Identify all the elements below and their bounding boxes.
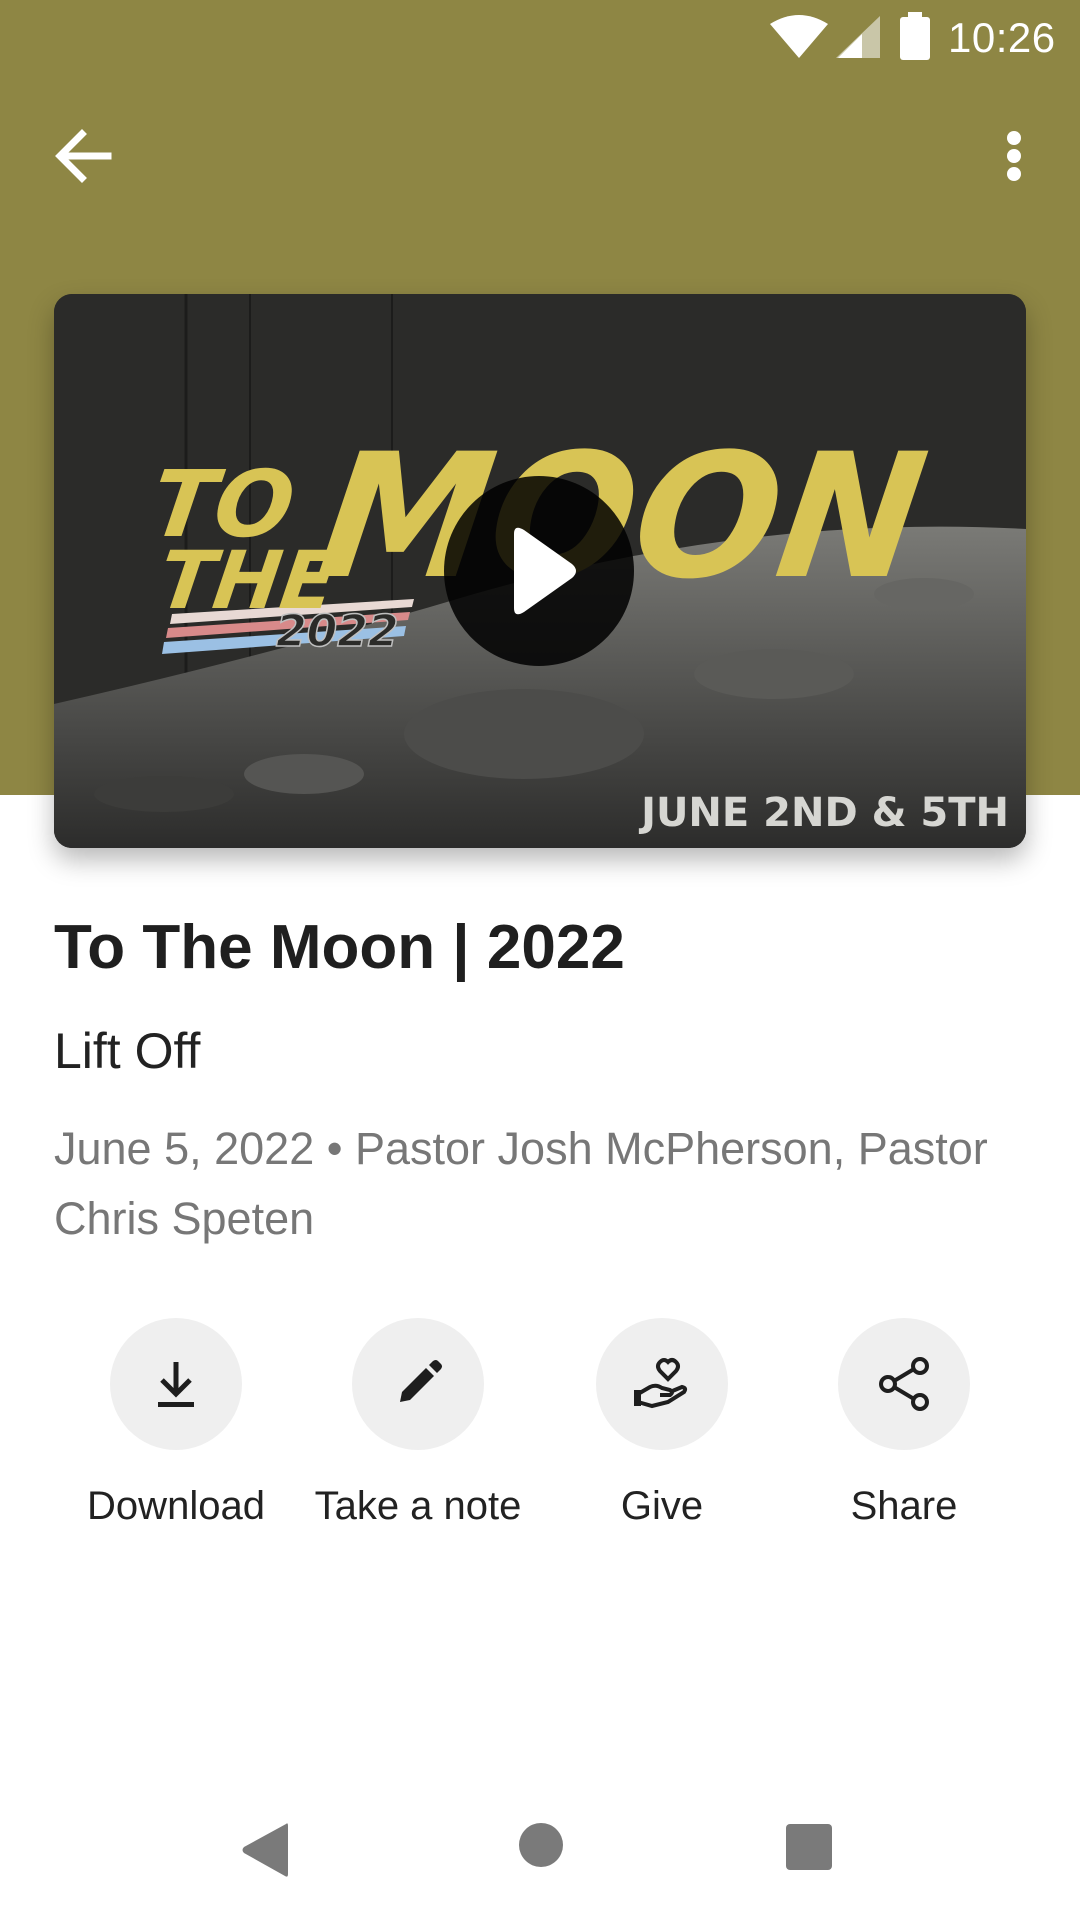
- download-button[interactable]: Download: [56, 1318, 296, 1538]
- signal-icon: [832, 14, 882, 65]
- wifi-icon: [768, 14, 830, 65]
- nav-back-button[interactable]: [238, 1820, 292, 1885]
- nav-recents-button[interactable]: [784, 1822, 834, 1877]
- share-label: Share: [850, 1484, 958, 1528]
- status-bar: 10:26: [0, 0, 1080, 78]
- give-button[interactable]: Give: [542, 1318, 782, 1538]
- share-icon: [879, 1357, 929, 1411]
- take-a-note-button[interactable]: Take a note: [298, 1318, 538, 1538]
- battery-icon: [898, 12, 932, 67]
- take-a-note-label: Take a note: [314, 1484, 522, 1528]
- artwork-year: 2022: [276, 606, 398, 657]
- sermon-subtitle: Lift Off: [54, 1023, 201, 1079]
- artwork-dates: JUNE 2ND & 5TH: [638, 790, 1009, 836]
- more-options-button[interactable]: [984, 116, 1044, 196]
- nav-recents-icon: [786, 1824, 832, 1870]
- nav-back-icon: [242, 1823, 288, 1877]
- pencil-icon: [400, 1360, 442, 1402]
- give-heart-hand-icon: [634, 1358, 688, 1409]
- give-button-circle[interactable]: [596, 1318, 728, 1450]
- arrow-back-icon: [55, 129, 112, 183]
- share-button-circle[interactable]: [838, 1318, 970, 1450]
- more-vert-icon: [1007, 131, 1021, 181]
- play-icon: [514, 527, 576, 615]
- give-label: Give: [620, 1484, 704, 1528]
- sermon-title: To The Moon | 2022: [54, 913, 625, 982]
- nav-home-icon: [519, 1823, 563, 1867]
- take-a-note-button-circle[interactable]: [352, 1318, 484, 1450]
- download-icon: [158, 1362, 194, 1407]
- download-button-circle[interactable]: [110, 1318, 242, 1450]
- nav-home-button[interactable]: [516, 1820, 566, 1875]
- back-button[interactable]: [44, 116, 124, 196]
- sermon-meta: June 5, 2022 • Pastor Josh McPherson, Pa…: [54, 1123, 988, 1244]
- download-label: Download: [87, 1484, 265, 1528]
- system-navigation-bar: [0, 1790, 1080, 1920]
- play-button[interactable]: [444, 476, 634, 666]
- share-button[interactable]: Share: [784, 1318, 1024, 1538]
- sermon-artwork-card[interactable]: TO THE MOON 2022 JUNE 2ND & 5TH: [54, 294, 1026, 848]
- status-time: 10:26: [948, 14, 1056, 61]
